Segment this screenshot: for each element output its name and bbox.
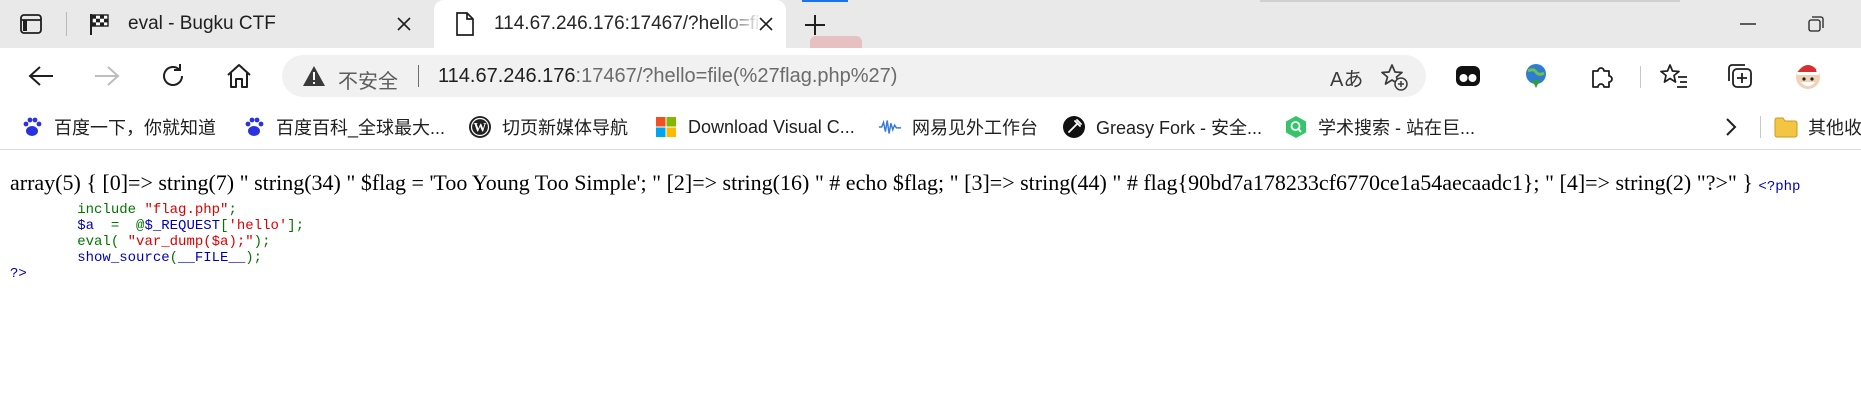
bookmark-netease[interactable]: 网易见外工作台 (878, 113, 1038, 141)
add-favorite-icon[interactable] (1380, 63, 1408, 91)
code-constant: __FILE__ (178, 250, 246, 266)
code-punct: ]; (287, 218, 305, 234)
bookmarks-bar: 百度一下，你就知道 百度百科_全球最大... W 切页新媒体导航 Downloa… (0, 104, 1861, 150)
code-line-close: ?> (10, 266, 1855, 282)
home-icon[interactable] (222, 59, 256, 93)
greasyfork-icon (1062, 115, 1086, 139)
new-tab-accent (802, 0, 848, 2)
code-line-show-source: show_source(__FILE__); (10, 250, 1855, 266)
collections-icon[interactable] (1724, 60, 1756, 92)
download-manager-globe-icon[interactable] (1520, 60, 1552, 92)
scholar-hex-icon (1284, 115, 1308, 139)
close-tab-icon[interactable] (754, 12, 778, 36)
microsoft-logo-icon (654, 115, 678, 139)
php-source-code: include "flag.php"; $a = @$_REQUEST['hel… (10, 202, 1855, 282)
code-line-include: include "flag.php"; (10, 202, 1855, 218)
tab-separator (66, 12, 67, 36)
bookmark-label: 切页新媒体导航 (502, 118, 628, 138)
var-dump-text: array(5) { [0]=> string(7) " string(34) … (10, 170, 1753, 195)
tab-strip: eval - Bugku CTF 114.67.246.176:17467/?h… (0, 0, 1861, 48)
baidu-paw-icon (242, 115, 266, 139)
php-close-tag: ?> (10, 266, 27, 282)
address-divider (418, 65, 419, 87)
code-variable: $a (77, 218, 103, 234)
svg-text:W: W (474, 120, 487, 135)
code-variable: $_REQUEST (144, 218, 221, 234)
code-line-assign: $a = @$_REQUEST['hello']; (10, 218, 1855, 234)
bookmark-visual-c[interactable]: Download Visual C... (654, 113, 855, 141)
close-tab-icon[interactable] (392, 12, 416, 36)
bookmark-label: 网易见外工作台 (912, 118, 1038, 138)
toolbar-separator (1640, 66, 1641, 88)
bookmark-label: Download Visual C... (688, 116, 855, 137)
refresh-icon[interactable] (156, 59, 190, 93)
php-open-tag: <?php (1758, 179, 1801, 195)
tab-title: 114.67.246.176:17467/?hello=file(%27flag… (494, 13, 762, 34)
bookmark-qieye[interactable]: W 切页新媒体导航 (468, 113, 628, 141)
minimize-icon[interactable] (1728, 10, 1768, 38)
other-bookmarks-label: 其他收 (1808, 118, 1861, 138)
page-content: array(5) { [0]=> string(7) " string(34) … (10, 168, 1855, 282)
bookmark-label: 百度百科_全球最大... (276, 118, 446, 138)
warning-triangle-icon[interactable] (302, 65, 326, 87)
soundwave-icon (878, 115, 902, 139)
code-punct: ( (169, 250, 179, 266)
extensions-puzzle-icon[interactable] (1586, 60, 1618, 92)
code-string: "flag.php" (144, 202, 229, 218)
folder-icon (1774, 115, 1798, 139)
bookmark-greasy-fork[interactable]: Greasy Fork - 安全... (1062, 113, 1262, 141)
tab-actions-icon[interactable] (18, 12, 44, 36)
code-line-eval: eval( "var_dump($a);"); (10, 234, 1855, 250)
code-punct: ); (253, 234, 271, 250)
not-secure-label[interactable]: 不安全 (338, 65, 398, 94)
forward-arrow-icon[interactable] (90, 59, 124, 93)
tab-active-url[interactable]: 114.67.246.176:17467/?hello=file(%27flag… (434, 0, 786, 48)
chevron-right-icon[interactable] (1718, 115, 1742, 139)
code-function: eval( (77, 234, 128, 250)
code-function: show_source (77, 250, 170, 266)
extension-black-icon[interactable] (1452, 60, 1484, 92)
wordpress-icon: W (468, 115, 492, 139)
profile-avatar-icon[interactable] (1792, 60, 1824, 92)
code-punct: ); (245, 250, 263, 266)
tab-strip-highlight (1260, 0, 1680, 2)
navigation-toolbar: 不安全 114.67.246.176:17467/?hello=file(%27… (0, 48, 1861, 104)
other-bookmarks-folder[interactable]: 其他收 (1774, 113, 1861, 141)
favorites-star-list-icon[interactable] (1658, 60, 1690, 92)
tab-title: eval - Bugku CTF (128, 13, 276, 34)
bookmarks-separator (1760, 116, 1761, 138)
restore-window-icon[interactable] (1796, 10, 1836, 38)
address-bar[interactable]: 不安全 114.67.246.176:17467/?hello=file(%27… (282, 55, 1426, 97)
baidu-paw-icon (20, 115, 44, 139)
checkered-flag-icon (86, 11, 112, 37)
bookmark-scholar[interactable]: 学术搜索 - 站在巨... (1284, 113, 1475, 141)
code-string: "var_dump($a);" (127, 234, 254, 250)
code-punct: ; (228, 202, 237, 218)
document-icon (452, 11, 478, 37)
code-keyword: include (77, 202, 145, 218)
url-host: 114.67.246.176 (438, 65, 576, 87)
url-text[interactable]: 114.67.246.176:17467/?hello=file(%27flag… (438, 65, 897, 88)
tab-eval-bugku[interactable]: eval - Bugku CTF (86, 0, 424, 48)
bookmark-label: Greasy Fork - 安全... (1096, 118, 1263, 138)
url-path: :17467/?hello=file(%27flag.php%27) (575, 65, 898, 87)
bookmark-baidu[interactable]: 百度一下，你就知道 (20, 113, 216, 141)
bookmark-label: 学术搜索 - 站在巨... (1318, 118, 1475, 138)
bookmark-label: 百度一下，你就知道 (54, 118, 216, 138)
read-aloud-icon[interactable]: Aあ (1330, 63, 1363, 92)
var-dump-output: array(5) { [0]=> string(7) " string(34) … (10, 168, 1855, 202)
back-arrow-icon[interactable] (24, 59, 58, 93)
code-string: 'hello' (228, 218, 288, 234)
bookmark-baidu-baike[interactable]: 百度百科_全球最大... (242, 113, 445, 141)
code-operator: = @ (102, 218, 145, 234)
